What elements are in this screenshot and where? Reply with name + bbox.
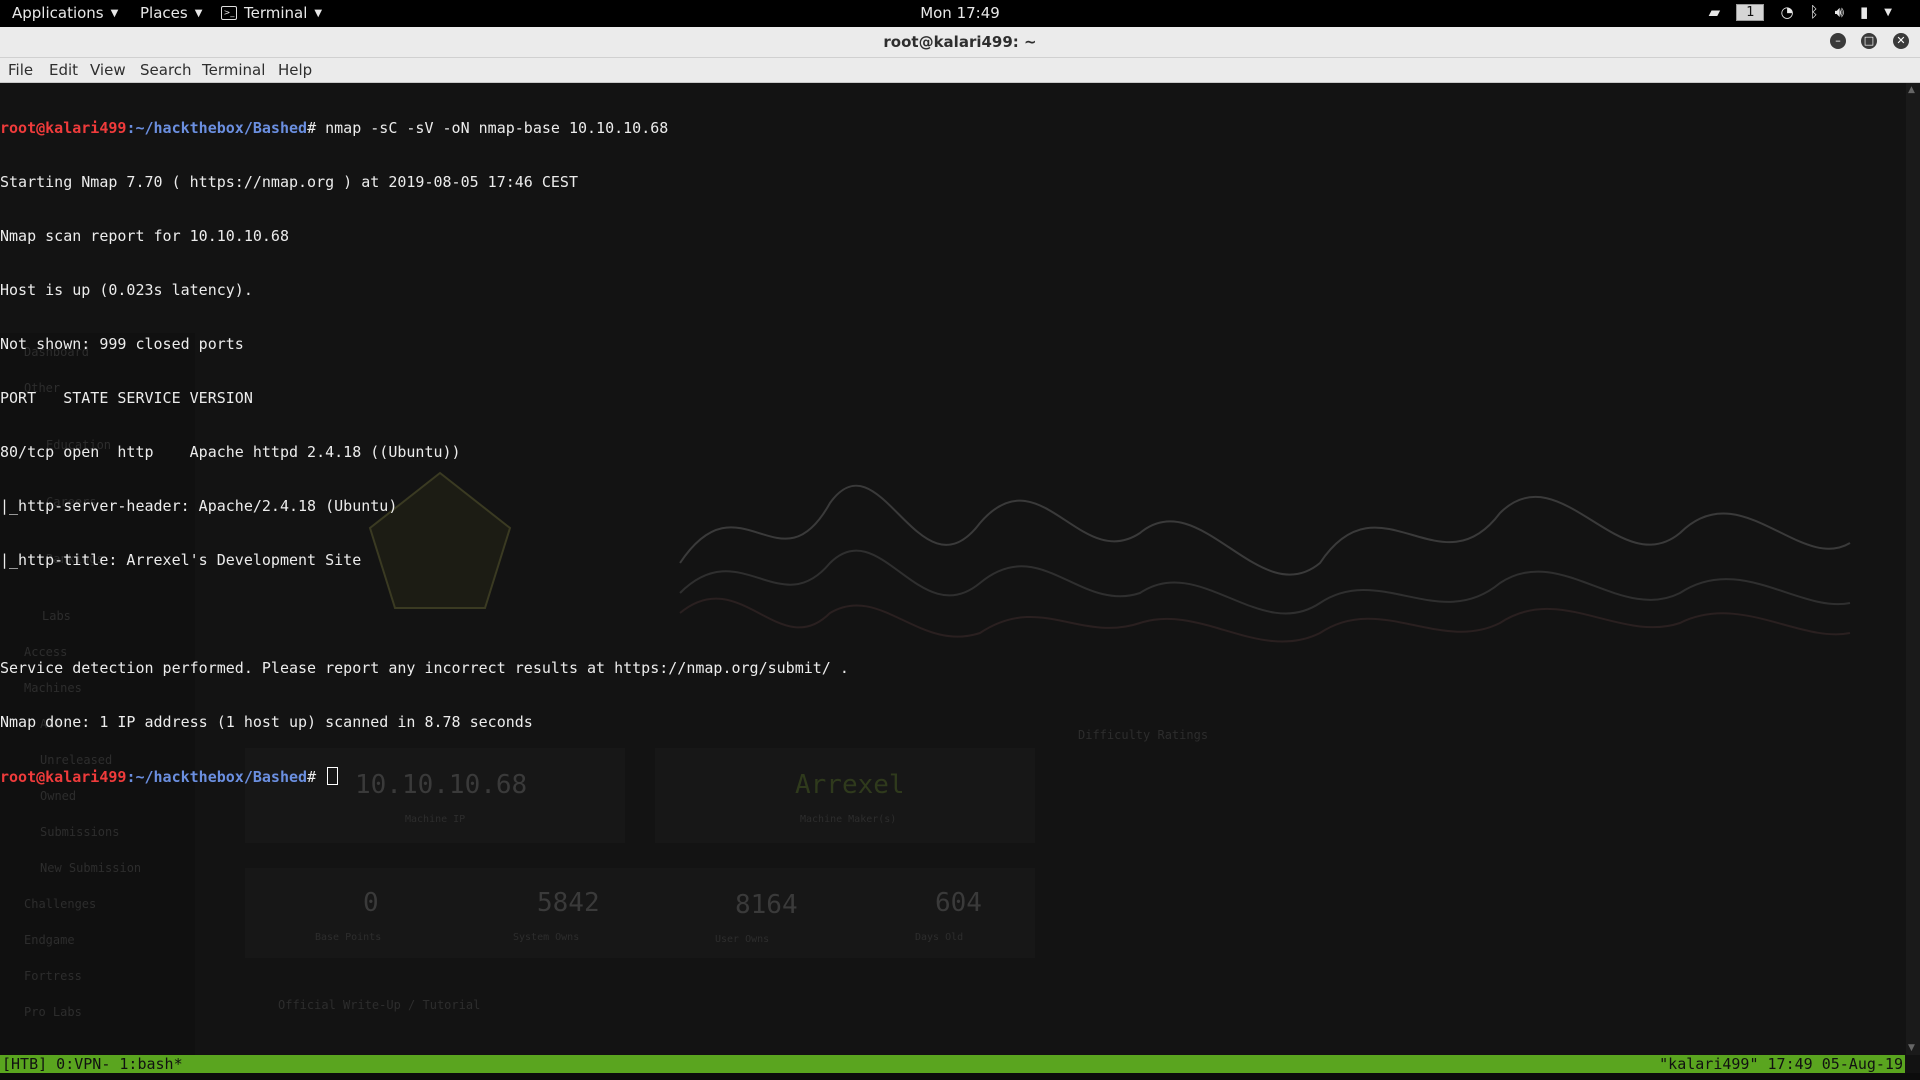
output-line: |_http-title: Arrexel's Development Site [0, 551, 362, 569]
prompt-user: root@kalari499 [0, 768, 127, 786]
ghost-writeup: Official Write-Up / Tutorial [278, 998, 481, 1012]
output-line: |_http-server-header: Apache/2.4.18 (Ubu… [0, 497, 398, 515]
maximize-button[interactable]: □ [1861, 33, 1877, 49]
scroll-up-icon[interactable]: ▲ [1908, 85, 1915, 95]
minimize-button[interactable]: – [1830, 33, 1846, 49]
power-menu-icon[interactable]: ▼ [1884, 7, 1892, 18]
command-line: root@kalari499:~/hackthebox/Bashed# nmap… [0, 119, 1905, 137]
menu-edit[interactable]: Edit [49, 61, 78, 79]
ghost-sidebar-item: Fortress [24, 969, 82, 983]
ghost-system-owns: 5842 [537, 888, 600, 918]
ghost-system-label: System Owns [513, 932, 580, 943]
ghost-sidebar-item: Pro Labs [24, 1005, 82, 1019]
output-line: Starting Nmap 7.70 ( https://nmap.org ) … [0, 173, 578, 191]
prompt-symbol: # [307, 768, 326, 786]
menu-search[interactable]: Search [140, 61, 192, 79]
volume-icon[interactable]: 🔊︎ [1835, 3, 1844, 21]
ghost-base-points-label: Base Points [315, 932, 382, 943]
ghost-sidebar-item: Challenges [24, 897, 97, 911]
ghost-stats: 0 Base Points 5842 System Owns 8164 User… [245, 868, 1035, 958]
terminal-scrollbar[interactable]: ▲ ▼ [1906, 83, 1920, 1055]
window-titlebar: root@kalari499: ~ – □ ✕ [0, 27, 1920, 58]
menu-file[interactable]: File [8, 61, 33, 79]
workspace-indicator[interactable]: 1 [1736, 3, 1765, 21]
menu-view[interactable]: View [90, 61, 126, 79]
menu-bar: File Edit View Search Terminal Help [0, 58, 1920, 83]
output-line: Service detection performed. Please repo… [0, 659, 849, 677]
bluetooth-icon[interactable]: ᛒ [1810, 3, 1819, 21]
current-prompt-line[interactable]: root@kalari499:~/hackthebox/Bashed# [0, 767, 1905, 786]
tmux-status-bar: [HTB] 0:VPN- 1:bash* "kalari499" 17:49 0… [0, 1055, 1905, 1073]
top-bar: Applications ▼ Places ▼ >_ Terminal ▼ Mo… [0, 0, 1920, 27]
prompt-user: root@kalari499 [0, 119, 127, 137]
wifi-icon[interactable]: ◔ [1780, 3, 1793, 21]
tmux-status-right: "kalari499" 17:49 05-Aug-19 [1659, 1055, 1903, 1073]
tmux-window-list[interactable]: [HTB] 0:VPN- 1:bash* [2, 1055, 183, 1073]
prompt-symbol: # [307, 119, 326, 137]
scroll-down-icon[interactable]: ▼ [1908, 1043, 1915, 1053]
prompt-path: :~/hackthebox/Bashed [126, 119, 308, 137]
ghost-user-label: User Owns [715, 934, 770, 945]
ghost-sidebar-item: Submissions [40, 825, 120, 839]
ghost-days-label: Days Old [915, 932, 964, 943]
output-line: Nmap done: 1 IP address (1 host up) scan… [0, 713, 533, 731]
terminal-output[interactable]: root@kalari499:~/hackthebox/Bashed# nmap… [0, 83, 1905, 803]
output-line: Host is up (0.023s latency). [0, 281, 253, 299]
clock[interactable]: Mon 17:49 [0, 4, 1920, 22]
prompt-path: :~/hackthebox/Bashed [126, 768, 308, 786]
ghost-base-points: 0 [363, 888, 379, 918]
ghost-sidebar-item: New Submission [40, 861, 142, 875]
ghost-maker-label: Machine Maker(s) [800, 814, 897, 825]
output-line: PORT STATE SERVICE VERSION [0, 389, 253, 407]
ghost-days: 604 [935, 888, 982, 918]
ghost-user-owns: 8164 [735, 890, 798, 920]
text-cursor [327, 767, 339, 785]
command-text: nmap -sC -sV -oN nmap-base 10.10.10.68 [325, 119, 669, 137]
bottom-edge [0, 1073, 1920, 1080]
output-line: Not shown: 999 closed ports [0, 335, 244, 353]
close-button[interactable]: ✕ [1893, 33, 1909, 49]
menu-terminal[interactable]: Terminal [202, 61, 265, 79]
system-tray: ▰ 1 ◔ ᛒ 🔊︎ ▮ ▼ [1709, 3, 1892, 21]
ghost-sidebar-item: Endgame [24, 933, 75, 947]
output-line: 80/tcp open http Apache httpd 2.4.18 ((U… [0, 443, 461, 461]
ghost-machine-ip-label: Machine IP [405, 814, 466, 825]
output-line: Nmap scan report for 10.10.10.68 [0, 227, 289, 245]
menu-help[interactable]: Help [278, 61, 312, 79]
video-camera-icon[interactable]: ▰ [1709, 3, 1721, 21]
window-title: root@kalari499: ~ [883, 33, 1037, 51]
battery-icon[interactable]: ▮ [1860, 3, 1868, 21]
